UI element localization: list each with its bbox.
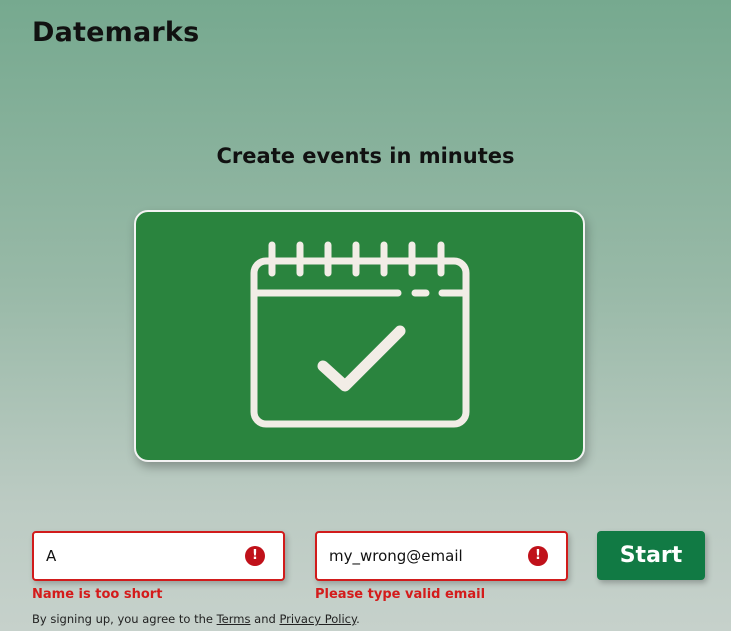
page-headline: Create events in minutes [216, 144, 515, 168]
calendar-check-icon [250, 241, 470, 428]
legal-prefix: By signing up, you agree to the [32, 612, 213, 626]
privacy-policy-link[interactable]: Privacy Policy [279, 612, 356, 626]
app-title: Datemarks [32, 17, 200, 48]
name-field[interactable]: ! [32, 531, 285, 581]
name-error-message: Name is too short [32, 587, 163, 602]
legal-notice: By signing up, you agree to the Terms an… [32, 612, 360, 626]
terms-link[interactable]: Terms [217, 612, 251, 626]
legal-suffix: . [356, 612, 360, 626]
start-button[interactable]: Start [597, 531, 705, 580]
hero-card [134, 210, 585, 462]
email-input[interactable] [329, 533, 519, 579]
exclamation-icon: ! [528, 546, 548, 566]
name-input[interactable] [46, 533, 236, 579]
email-field[interactable]: ! [315, 531, 568, 581]
legal-conjunction: and [254, 612, 276, 626]
exclamation-icon: ! [245, 546, 265, 566]
email-error-message: Please type valid email [315, 587, 486, 602]
